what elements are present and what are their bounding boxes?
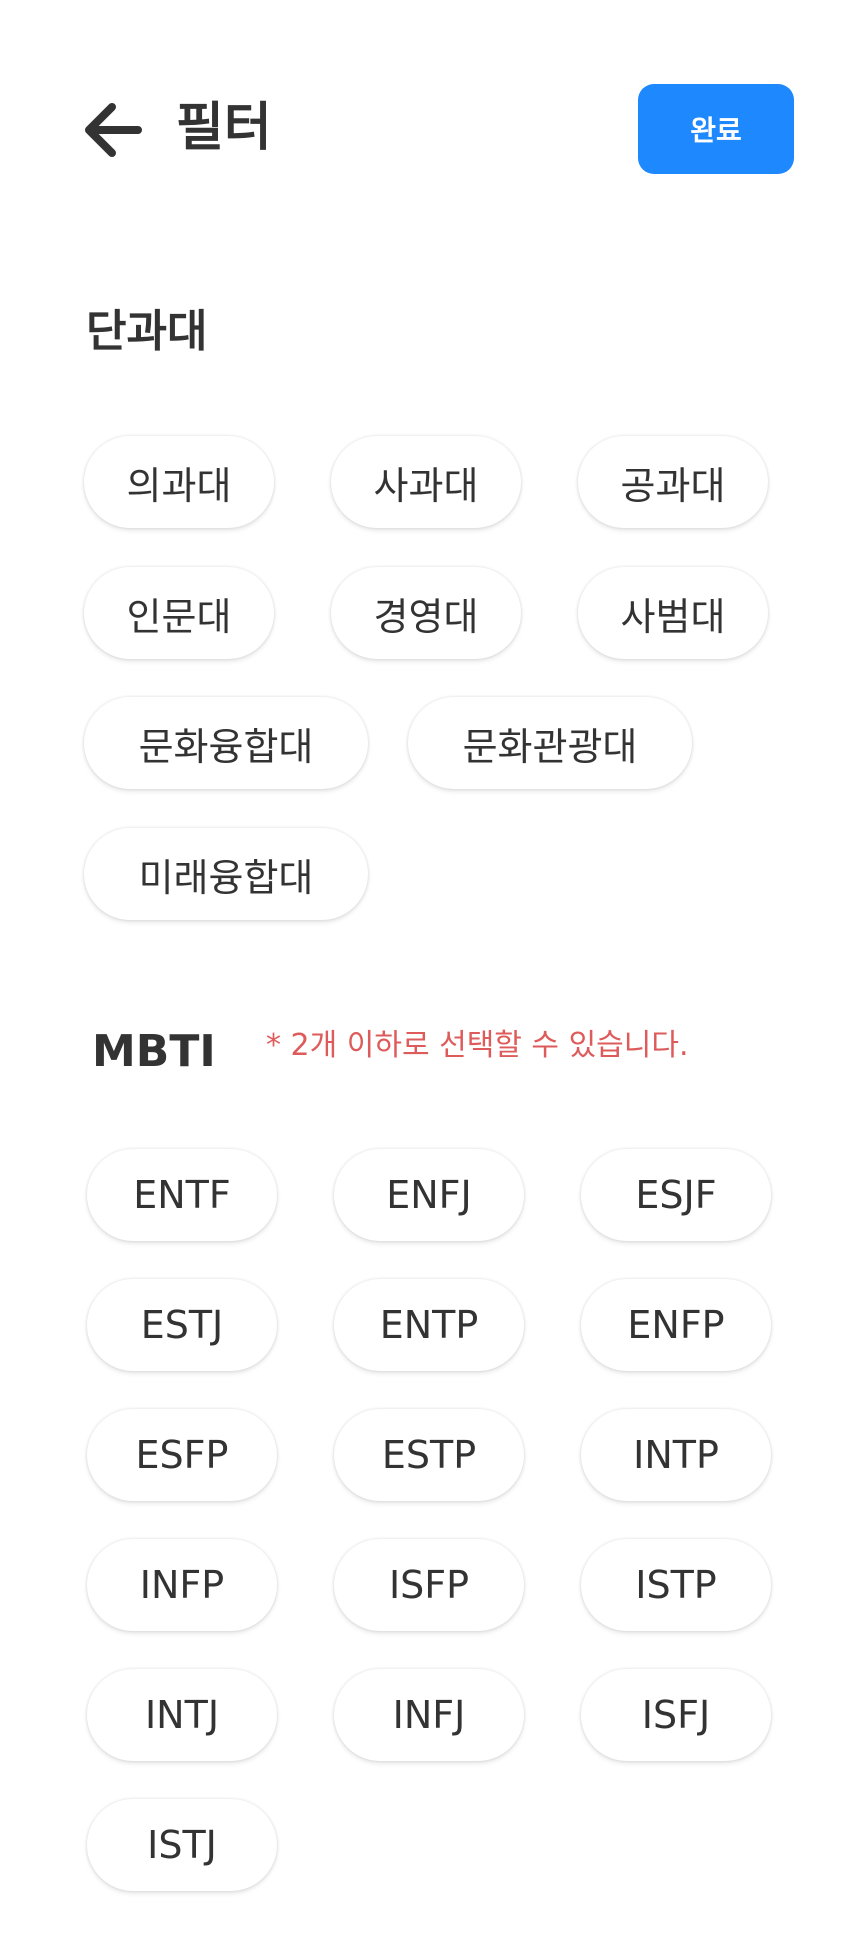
done-button[interactable]: 완료 — [638, 84, 794, 174]
chip-college-business[interactable]: 경영대 — [331, 567, 521, 659]
chip-college-culture-convergence[interactable]: 문화융합대 — [84, 697, 368, 789]
arrow-left-icon — [85, 103, 142, 157]
chip-college-culture-tourism[interactable]: 문화관광대 — [408, 697, 692, 789]
header: 필터 완료 — [0, 0, 856, 200]
chip-college-social-science[interactable]: 사과대 — [331, 436, 521, 528]
chip-mbti-esfp[interactable]: ESFP — [87, 1409, 277, 1501]
chip-mbti-estp[interactable]: ESTP — [334, 1409, 524, 1501]
chip-mbti-infp[interactable]: INFP — [87, 1539, 277, 1631]
chip-college-engineering[interactable]: 공과대 — [578, 436, 768, 528]
section-title-mbti: MBTI — [92, 1026, 216, 1077]
chip-college-medicine[interactable]: 의과대 — [84, 436, 274, 528]
chip-mbti-intp[interactable]: INTP — [581, 1409, 771, 1501]
page-title: 필터 — [176, 98, 272, 158]
chip-mbti-enfj[interactable]: ENFJ — [334, 1149, 524, 1241]
chip-college-future-convergence[interactable]: 미래융합대 — [84, 828, 368, 920]
chip-mbti-enfp[interactable]: ENFP — [581, 1279, 771, 1371]
chip-mbti-intj[interactable]: INTJ — [87, 1669, 277, 1761]
chip-mbti-istj[interactable]: ISTJ — [87, 1799, 277, 1891]
chip-college-education[interactable]: 사범대 — [578, 567, 768, 659]
chip-mbti-isfj[interactable]: ISFJ — [581, 1669, 771, 1761]
chip-mbti-istp[interactable]: ISTP — [581, 1539, 771, 1631]
chip-mbti-entp[interactable]: ENTP — [334, 1279, 524, 1371]
section-title-college: 단과대 — [86, 306, 208, 357]
chip-mbti-isfp[interactable]: ISFP — [334, 1539, 524, 1631]
chip-mbti-esjf[interactable]: ESJF — [581, 1149, 771, 1241]
chip-mbti-entf[interactable]: ENTF — [87, 1149, 277, 1241]
chip-mbti-infj[interactable]: INFJ — [334, 1669, 524, 1761]
chip-college-humanities[interactable]: 인문대 — [84, 567, 274, 659]
mbti-selection-note: * 2개 이하로 선택할 수 있습니다. — [266, 1028, 689, 1063]
back-button[interactable] — [82, 100, 144, 160]
chip-mbti-estj[interactable]: ESTJ — [87, 1279, 277, 1371]
